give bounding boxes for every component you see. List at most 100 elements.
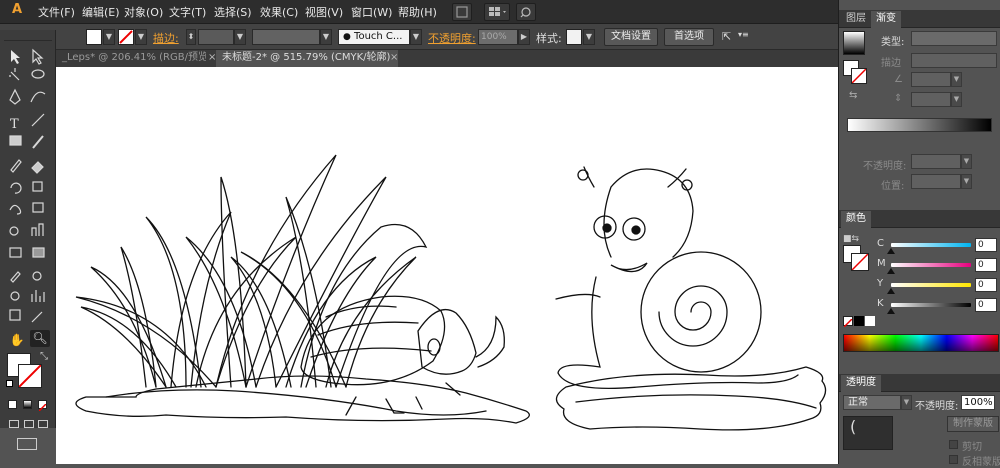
menu-object[interactable]: 对象(O) — [124, 4, 163, 20]
symbol-sprayer-tool-icon[interactable] — [10, 291, 20, 301]
pen-tool-icon[interactable] — [9, 88, 21, 105]
gradient-location-dropdown[interactable]: ▼ — [961, 174, 972, 189]
reverse-gradient-icon[interactable]: ⇆ — [849, 90, 857, 101]
perspective-grid-tool-icon[interactable] — [31, 223, 44, 236]
make-mask-button[interactable]: 制作蒙版 — [947, 416, 999, 432]
slice-tool-icon[interactable] — [31, 311, 43, 323]
aspect-ratio-dropdown[interactable]: ▼ — [951, 92, 962, 107]
gradient-tool-icon[interactable] — [32, 247, 45, 258]
swap-fill-stroke-icon[interactable]: ⤡ — [40, 351, 48, 362]
brush-definition[interactable]: ● Touch C... — [338, 29, 410, 45]
menu-select[interactable]: 选择(S) — [214, 4, 252, 20]
menu-edit[interactable]: 编辑(E) — [82, 4, 120, 20]
channel-slider-knob[interactable] — [887, 288, 895, 294]
blend-tool-icon[interactable] — [32, 271, 42, 281]
gradient-type-select[interactable] — [911, 31, 997, 46]
opacity-field[interactable]: 100% — [478, 29, 518, 45]
curvature-tool-icon[interactable] — [30, 91, 46, 103]
transparency-opacity-field[interactable]: 100% — [961, 395, 995, 410]
control-bar-menu-icon[interactable]: ▾≡ — [738, 30, 749, 39]
artboard-canvas[interactable] — [56, 67, 838, 464]
isolate-mode-icon[interactable]: ⇱ — [722, 30, 731, 43]
lasso-tool-icon[interactable] — [31, 69, 45, 79]
channel-slider-knob[interactable] — [887, 248, 895, 254]
color-mode-icon[interactable] — [8, 400, 17, 409]
draw-inside-icon[interactable] — [38, 420, 48, 428]
eraser-tool-icon[interactable] — [31, 161, 44, 174]
channel-slider-knob[interactable] — [887, 308, 895, 314]
menu-help[interactable]: 帮助(H) — [398, 4, 437, 20]
fill-dropdown[interactable]: ▼ — [103, 29, 115, 45]
channel-value-k[interactable]: 0 — [975, 298, 997, 312]
menu-file[interactable]: 文件(F) — [38, 4, 75, 20]
color-swap-icon[interactable]: ■⇆ — [843, 234, 859, 244]
object-thumbnail[interactable]: ( — [843, 416, 893, 450]
graphic-style-swatch[interactable] — [566, 29, 582, 45]
document-tab-active[interactable]: 未标题-2* @ 515.79% (CMYK/轮廓) — [216, 50, 398, 67]
menu-effect[interactable]: 效果(C) — [260, 4, 298, 20]
gradient-stroke-options[interactable] — [911, 53, 997, 68]
white-color-swatch[interactable] — [865, 316, 875, 326]
menu-type[interactable]: 文字(T) — [169, 4, 206, 20]
channel-slider-m[interactable] — [891, 263, 971, 267]
shape-builder-tool-icon[interactable] — [9, 226, 19, 236]
stroke-color-box[interactable] — [18, 364, 42, 388]
line-segment-tool-icon[interactable] — [31, 113, 45, 127]
menu-window[interactable]: 窗口(W) — [351, 4, 392, 20]
stroke-weight-stepper[interactable]: ⬍ — [186, 29, 196, 45]
hand-tool-icon[interactable]: ✋ — [7, 332, 27, 349]
gradient-thumbnail[interactable] — [843, 31, 865, 55]
none-color-swatch[interactable] — [843, 316, 853, 328]
document-tab[interactable]: _Leps* @ 206.41% (RGB/预览) — [56, 50, 206, 67]
stroke-weight-dropdown[interactable]: ▼ — [234, 29, 246, 45]
type-tool-icon[interactable]: T — [10, 117, 19, 132]
blend-mode-dropdown[interactable]: ▼ — [901, 395, 912, 410]
tab-gradient[interactable]: 渐变 — [871, 11, 901, 28]
preferences-button[interactable]: 首选项 — [664, 28, 714, 46]
gradient-stroke-swatch[interactable] — [851, 68, 867, 84]
rotate-tool-icon[interactable] — [10, 182, 22, 194]
rectangle-tool-icon[interactable] — [9, 135, 22, 146]
invert-mask-checkbox[interactable] — [949, 455, 958, 464]
arrange-documents-button[interactable] — [484, 3, 510, 21]
color-spectrum-bar[interactable] — [843, 334, 999, 352]
channel-value-m[interactable]: 0 — [975, 258, 997, 272]
black-color-swatch[interactable] — [854, 316, 864, 326]
gradient-angle-dropdown[interactable]: ▼ — [951, 72, 962, 87]
zoom-tool-icon[interactable]: 🔍︎ — [30, 330, 50, 347]
gradient-angle-field[interactable] — [911, 72, 951, 87]
brush-dropdown[interactable]: ▼ — [410, 29, 422, 45]
screen-mode-icon[interactable] — [17, 438, 37, 450]
mesh-tool-icon[interactable] — [9, 247, 22, 258]
stroke-dropdown[interactable]: ▼ — [135, 29, 147, 45]
tab-transparency[interactable]: 透明度 — [841, 375, 881, 392]
default-colors-icon[interactable] — [6, 380, 13, 387]
gradient-opacity-dropdown[interactable]: ▼ — [961, 154, 972, 169]
gradient-opacity-field[interactable] — [911, 154, 961, 169]
opacity-label[interactable]: 不透明度: — [428, 30, 476, 46]
stroke-swatch[interactable] — [118, 29, 134, 45]
color-stroke-swatch[interactable] — [851, 253, 869, 271]
variable-width-profile[interactable] — [252, 29, 320, 45]
draw-behind-icon[interactable] — [24, 420, 34, 428]
pencil-tool-icon[interactable] — [10, 159, 22, 173]
artboard-tool-icon[interactable] — [9, 309, 21, 321]
variable-width-dropdown[interactable]: ▼ — [320, 29, 332, 45]
bridge-button[interactable] — [452, 3, 472, 21]
draw-mode-icon[interactable] — [9, 420, 19, 428]
aspect-ratio-field[interactable] — [911, 92, 951, 107]
direct-selection-tool-icon[interactable] — [32, 48, 44, 65]
none-mode-icon[interactable] — [38, 400, 47, 412]
scale-tool-icon[interactable] — [32, 181, 43, 192]
gpu-performance-button[interactable] — [516, 3, 536, 21]
column-graph-tool-icon[interactable] — [31, 290, 45, 302]
width-tool-icon[interactable] — [9, 204, 22, 215]
document-setup-button[interactable]: 文档设置 — [604, 28, 658, 46]
channel-slider-c[interactable] — [891, 243, 971, 247]
stroke-weight-field[interactable] — [198, 29, 234, 45]
gradient-mode-icon[interactable] — [23, 400, 32, 409]
channel-value-y[interactable]: 0 — [975, 278, 997, 292]
channel-slider-y[interactable] — [891, 283, 971, 287]
channel-slider-k[interactable] — [891, 303, 971, 307]
magic-wand-tool-icon[interactable] — [9, 68, 20, 81]
